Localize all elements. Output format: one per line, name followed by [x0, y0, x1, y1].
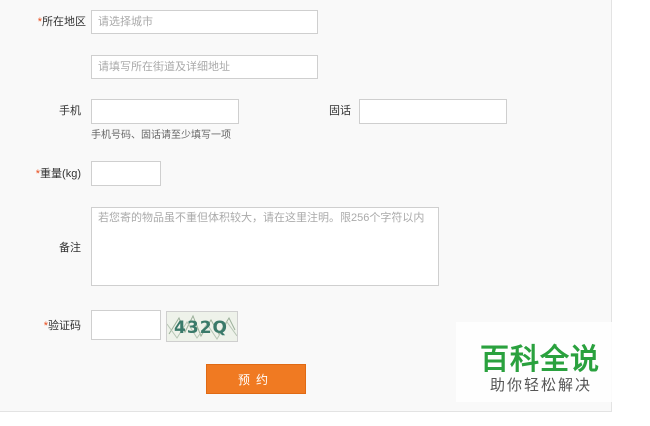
- contact-hint: 手机号码、固话请至少填写一项: [91, 130, 231, 141]
- captcha-text: 432Q: [174, 318, 228, 338]
- weight-input[interactable]: [91, 161, 161, 186]
- remark-label: 备注: [59, 242, 81, 254]
- remark-textarea[interactable]: [91, 207, 439, 286]
- mobile-input[interactable]: [91, 99, 239, 124]
- city-select[interactable]: [91, 10, 318, 34]
- phone-label: 固话: [329, 105, 351, 117]
- phone-input[interactable]: [359, 99, 507, 124]
- weight-label: *重量(kg): [21, 167, 81, 181]
- region-label-text: 所在地区: [42, 16, 86, 28]
- captcha-label: *验证码: [21, 319, 81, 333]
- captcha-label-text: 验证码: [48, 320, 81, 332]
- captcha-noise-graphic: 432Q: [166, 314, 238, 340]
- address-input[interactable]: [91, 55, 318, 79]
- watermark-title: 百科全说: [480, 344, 601, 376]
- captcha-input[interactable]: [91, 310, 161, 340]
- weight-label-text: 重量(kg): [40, 168, 81, 180]
- mobile-label: 手机: [59, 105, 81, 117]
- watermark: 百科全说 助你轻松解决: [456, 322, 626, 402]
- submit-button[interactable]: 预约: [206, 364, 306, 394]
- watermark-subtitle: 助你轻松解决: [490, 377, 593, 394]
- captcha-image[interactable]: 432Q: [166, 311, 238, 342]
- region-label: *所在地区: [26, 15, 86, 29]
